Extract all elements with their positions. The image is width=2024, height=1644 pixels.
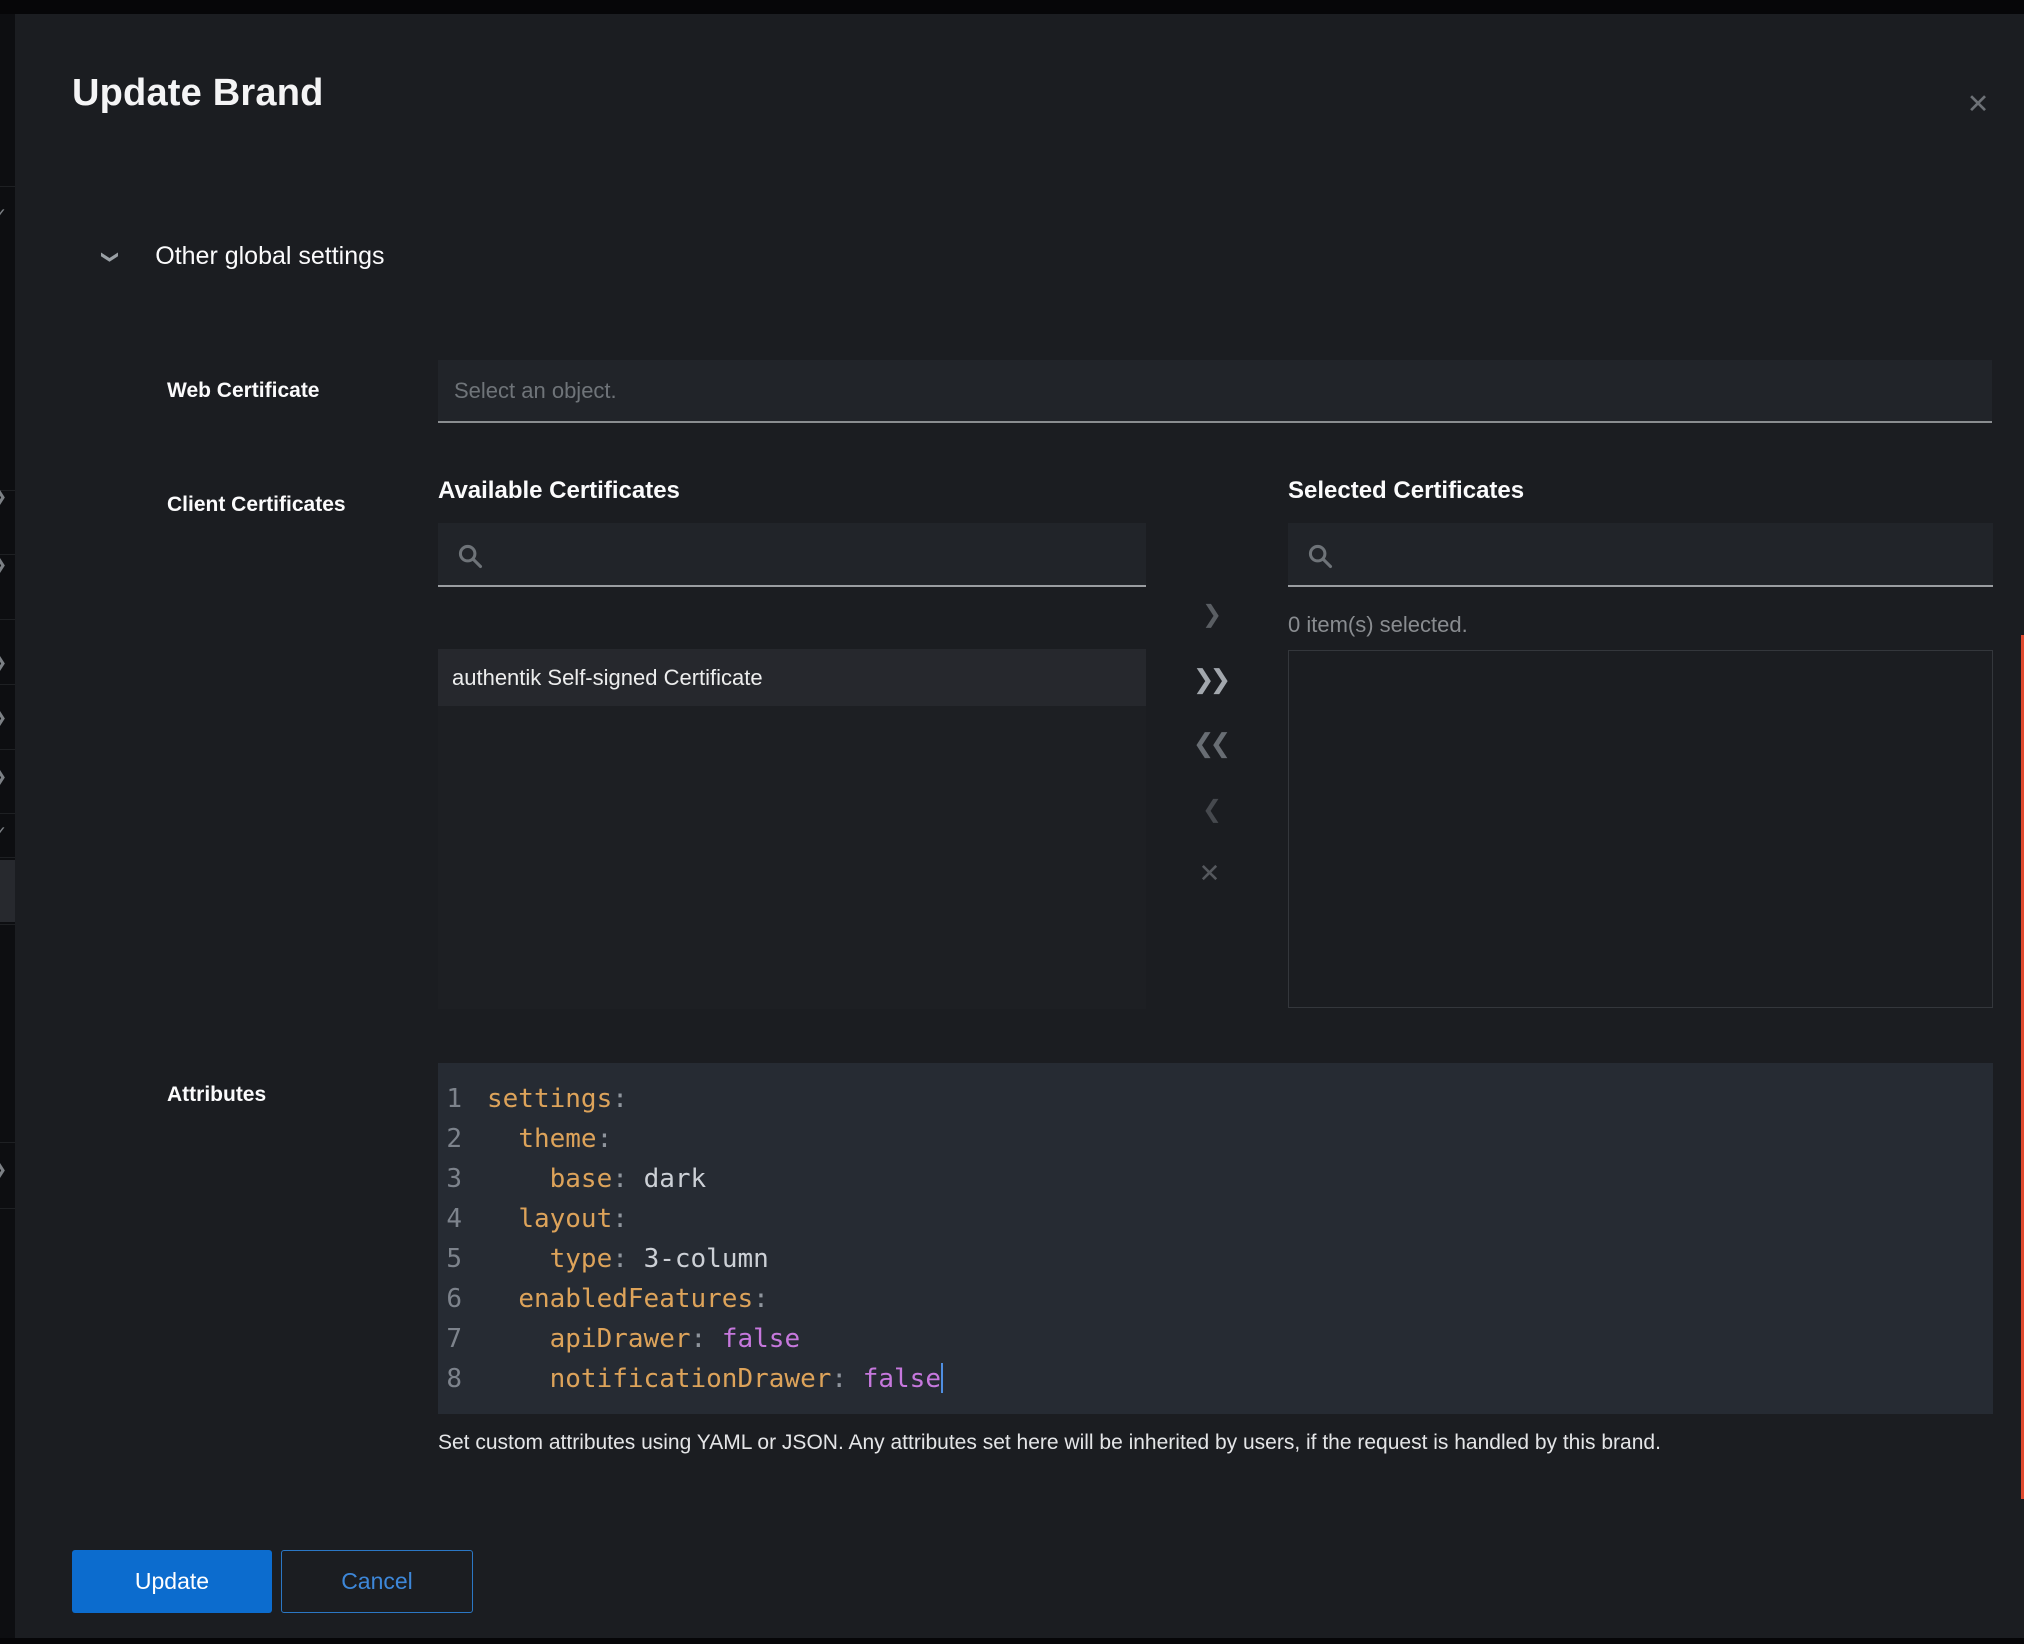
web-certificate-input[interactable] bbox=[438, 360, 1992, 423]
sidebar-active-item[interactable] bbox=[0, 860, 15, 922]
selected-count-status: 0 item(s) selected. bbox=[1288, 612, 1468, 638]
selected-list[interactable] bbox=[1288, 650, 1993, 1008]
code-text: enabledFeatures: bbox=[487, 1279, 769, 1319]
code-text: type: 3-column bbox=[487, 1239, 769, 1279]
web-certificate-label: Web Certificate bbox=[167, 379, 320, 403]
sidebar-separator bbox=[0, 857, 15, 858]
transfer-clear-button[interactable]: ✕ bbox=[1182, 856, 1242, 892]
sidebar-item-icon[interactable]: ❯ bbox=[0, 487, 13, 507]
sidebar-separator bbox=[0, 1142, 15, 1143]
selected-search-input[interactable] bbox=[1288, 523, 1993, 587]
text-cursor bbox=[941, 1363, 943, 1393]
code-text: settings: bbox=[487, 1079, 628, 1119]
line-number: 1 bbox=[438, 1079, 462, 1119]
line-number: 6 bbox=[438, 1279, 462, 1319]
sidebar-separator bbox=[0, 1208, 15, 1209]
code-text: apiDrawer: false bbox=[487, 1319, 800, 1359]
sidebar-separator bbox=[0, 813, 15, 814]
attributes-help-text: Set custom attributes using YAML or JSON… bbox=[438, 1431, 1968, 1455]
sidebar-separator bbox=[0, 619, 15, 620]
transfer-remove-button[interactable]: ❮ bbox=[1182, 791, 1242, 827]
code-text: base: dark bbox=[487, 1159, 706, 1199]
transfer-add-all-button[interactable]: ❯❯ bbox=[1182, 662, 1242, 698]
code-line: 4 layout: bbox=[438, 1199, 1993, 1239]
background-sidebar-sliver: ✓ ❯ ❯ ❯ ❯ ❯ ✓ ❯ bbox=[0, 14, 15, 1638]
section-label: Other global settings bbox=[155, 242, 384, 271]
transfer-remove-all-button[interactable]: ❮❮ bbox=[1182, 726, 1242, 762]
sidebar-separator bbox=[0, 749, 15, 750]
sidebar-separator bbox=[0, 684, 15, 685]
line-number: 7 bbox=[438, 1319, 462, 1359]
code-line: 5 type: 3-column bbox=[438, 1239, 1993, 1279]
code-line: 7 apiDrawer: false bbox=[438, 1319, 1993, 1359]
code-text: notificationDrawer: false bbox=[487, 1359, 943, 1399]
attributes-label: Attributes bbox=[167, 1083, 266, 1107]
update-button[interactable]: Update bbox=[72, 1550, 272, 1613]
sidebar-item-icon[interactable]: ✓ bbox=[0, 205, 13, 225]
sidebar-item-icon[interactable]: ❯ bbox=[0, 555, 13, 575]
available-list: authentik Self-signed Certificate bbox=[438, 649, 1146, 1009]
available-search-input[interactable] bbox=[438, 523, 1146, 587]
cancel-button[interactable]: Cancel bbox=[281, 1550, 473, 1613]
code-text: theme: bbox=[487, 1119, 612, 1159]
sidebar-item-icon[interactable]: ❯ bbox=[0, 767, 13, 787]
code-line: 8 notificationDrawer: false bbox=[438, 1359, 1993, 1399]
sidebar-separator bbox=[0, 924, 15, 925]
attributes-code-editor[interactable]: 1settings:2 theme:3 base: dark4 layout:5… bbox=[438, 1063, 1993, 1414]
section-other-global-settings[interactable]: ❯ Other global settings bbox=[103, 242, 385, 271]
line-number: 5 bbox=[438, 1239, 462, 1279]
code-line: 3 base: dark bbox=[438, 1159, 1993, 1199]
list-item[interactable]: authentik Self-signed Certificate bbox=[438, 649, 1146, 706]
line-number: 4 bbox=[438, 1199, 462, 1239]
sidebar-item-icon[interactable]: ✓ bbox=[0, 823, 13, 843]
sidebar-item-icon[interactable]: ❯ bbox=[0, 653, 13, 673]
close-icon[interactable]: ✕ bbox=[1955, 84, 2001, 126]
sidebar-item-icon[interactable]: ❯ bbox=[0, 708, 13, 728]
line-number: 2 bbox=[438, 1119, 462, 1159]
code-text: layout: bbox=[487, 1199, 628, 1239]
line-number: 8 bbox=[438, 1359, 462, 1399]
transfer-add-button[interactable]: ❯ bbox=[1182, 596, 1242, 632]
code-line: 2 theme: bbox=[438, 1119, 1993, 1159]
sidebar-item-icon[interactable]: ❯ bbox=[0, 1160, 13, 1180]
line-number: 3 bbox=[438, 1159, 462, 1199]
client-certificates-label: Client Certificates bbox=[167, 493, 346, 517]
sidebar-separator bbox=[0, 186, 15, 187]
selected-certificates-heading: Selected Certificates bbox=[1288, 477, 1524, 505]
available-certificates-heading: Available Certificates bbox=[438, 477, 680, 505]
page-title: Update Brand bbox=[72, 72, 324, 115]
chevron-down-icon: ❯ bbox=[100, 249, 120, 263]
update-brand-modal: Update Brand ✕ ❯ Other global settings W… bbox=[15, 14, 2024, 1638]
code-line: 6 enabledFeatures: bbox=[438, 1279, 1993, 1319]
page: ✓❯❯❯❯❯✓❯ Update Brand ✕ ❯ Other global s… bbox=[0, 0, 2024, 1644]
code-line: 1 settings: bbox=[438, 1079, 1993, 1119]
